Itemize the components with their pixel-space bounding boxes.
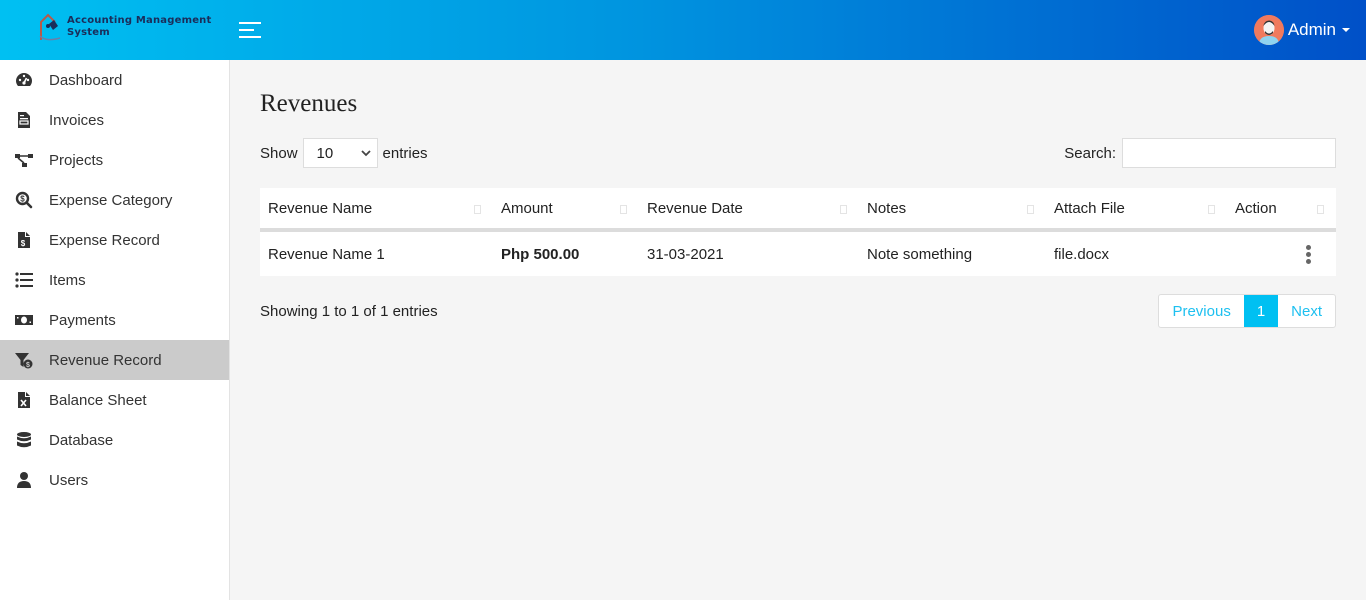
sidebar-item-expense-category[interactable]: $ Expense Category (0, 180, 229, 220)
project-diagram-icon (14, 151, 34, 169)
table-row: Revenue Name 1 Php 500.00 31-03-2021 Not… (260, 230, 1336, 276)
previous-button[interactable]: Previous (1159, 295, 1243, 327)
sidebar-item-projects[interactable]: Projects (0, 140, 229, 180)
revenues-table: Revenue Name Amount Revenue Date Notes A… (260, 188, 1336, 276)
logo-icon (39, 13, 61, 41)
next-button[interactable]: Next (1278, 295, 1335, 327)
user-icon (14, 471, 34, 489)
sidebar-item-label: Dashboard (49, 71, 123, 89)
column-header-revenue-date[interactable]: Revenue Date (639, 188, 859, 232)
caret-down-icon (1342, 28, 1350, 32)
more-vertical-icon[interactable] (1304, 244, 1312, 264)
sidebar-item-label: Items (49, 271, 86, 289)
column-header-revenue-name[interactable]: Revenue Name (260, 188, 493, 232)
sidebar-item-dashboard[interactable]: Dashboard (0, 60, 229, 100)
sidebar-item-items[interactable]: Items (0, 260, 229, 300)
user-menu[interactable]: Admin (1253, 15, 1350, 45)
app-title-line1: Accounting Management (67, 15, 212, 26)
column-header-attach-file[interactable]: Attach File (1046, 188, 1227, 232)
entries-length-control: Show 10 entries (260, 138, 428, 168)
show-label: Show (260, 144, 298, 162)
sidebar-item-label: Users (49, 471, 89, 489)
brand[interactable]: Accounting Management System (38, 12, 211, 42)
svg-text:$: $ (21, 239, 26, 248)
main-content: Revenues Show 10 entries Search: Revenue… (230, 60, 1366, 600)
file-dollar-icon: $ (14, 231, 34, 249)
sidebar-item-expense-record[interactable]: $ Expense Record (0, 220, 229, 260)
database-icon (14, 431, 34, 449)
column-label: Action (1235, 199, 1277, 217)
sidebar-item-database[interactable]: Database (0, 420, 229, 460)
sidebar-item-label: Expense Record (49, 231, 160, 249)
cell-revenue-date: 31-03-2021 (647, 245, 724, 263)
sidebar-item-label: Revenue Record (49, 351, 162, 369)
entries-select-value: 10 (316, 144, 334, 162)
search-label: Search: (1064, 144, 1116, 162)
sort-icon (1027, 205, 1034, 214)
top-navbar: Accounting Management System Admin (0, 0, 1366, 60)
column-header-notes[interactable]: Notes (859, 188, 1046, 232)
entries-label: entries (382, 144, 428, 162)
table-header-row: Revenue Name Amount Revenue Date Notes A… (260, 188, 1336, 232)
cell-attach-file[interactable]: file.docx (1046, 230, 1227, 276)
sidebar: Dashboard Invoices Projects $ Expense Ca… (0, 60, 230, 600)
search-input[interactable] (1122, 138, 1336, 168)
column-label: Revenue Name (268, 199, 373, 217)
column-header-action[interactable]: Action (1227, 188, 1336, 232)
cell-revenue-name: Revenue Name 1 (268, 245, 385, 263)
cell-action (1227, 230, 1336, 276)
sidebar-item-invoices[interactable]: Invoices (0, 100, 229, 140)
list-icon (14, 271, 34, 289)
sidebar-item-label: Payments (49, 311, 116, 329)
table-search: Search: (1064, 138, 1336, 168)
chevron-down-icon (360, 149, 371, 156)
sidebar-item-label: Balance Sheet (49, 391, 147, 409)
column-label: Attach File (1054, 199, 1125, 217)
column-label: Notes (867, 199, 907, 217)
tachometer-icon (14, 71, 34, 89)
app-title: Accounting Management System (67, 15, 211, 39)
sort-icon (1208, 205, 1215, 214)
sidebar-item-label: Expense Category (49, 191, 173, 209)
search-dollar-icon: $ (14, 191, 34, 209)
table-info: Showing 1 to 1 of 1 entries (260, 303, 438, 320)
money-bill-icon (14, 311, 34, 329)
funnel-dollar-icon: $ (14, 351, 34, 369)
sort-icon (620, 205, 627, 214)
page-title: Revenues (260, 90, 358, 117)
svg-text:$: $ (20, 195, 25, 204)
menu-toggle-icon[interactable] (239, 22, 261, 40)
user-name: Admin (1287, 20, 1336, 39)
sort-icon (840, 205, 847, 214)
entries-select[interactable]: 10 (302, 138, 378, 168)
sidebar-item-label: Database (49, 431, 114, 449)
cell-amount: Php 500.00 (501, 245, 580, 263)
page-1-button[interactable]: 1 (1243, 295, 1279, 327)
file-excel-icon (14, 391, 34, 409)
sidebar-item-label: Invoices (49, 111, 105, 129)
avatar (1253, 15, 1284, 45)
svg-text:$: $ (26, 362, 30, 369)
sort-icon (1317, 205, 1324, 214)
cell-notes: Note something (867, 245, 973, 263)
sidebar-item-balance-sheet[interactable]: Balance Sheet (0, 380, 229, 420)
app-title-line2: System (67, 27, 110, 38)
sidebar-item-payments[interactable]: Payments (0, 300, 229, 340)
column-label: Amount (501, 199, 553, 217)
sidebar-item-revenue-record[interactable]: $ Revenue Record (0, 340, 229, 380)
sidebar-item-label: Projects (49, 151, 104, 169)
column-label: Revenue Date (647, 199, 743, 217)
sidebar-item-users[interactable]: Users (0, 460, 229, 500)
file-invoice-icon (14, 111, 34, 129)
column-header-amount[interactable]: Amount (493, 188, 639, 232)
pagination: Previous 1 Next (1158, 294, 1336, 328)
sort-icon (474, 205, 481, 214)
